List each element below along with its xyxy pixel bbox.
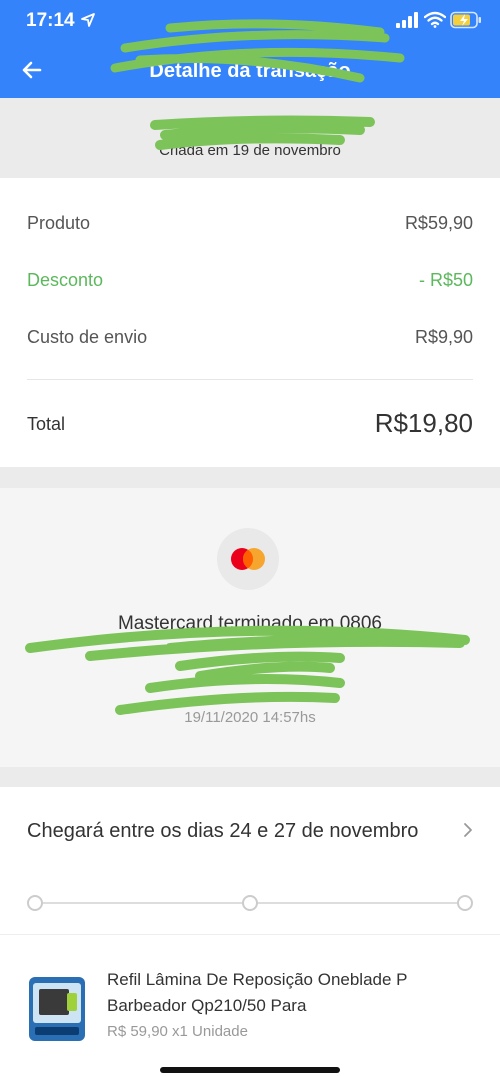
total-label: Total (27, 414, 66, 434)
card-name: Mastercard terminado em 0806 (117, 613, 382, 634)
shipping-value: R$9,90 (414, 327, 473, 347)
location-arrow-icon (81, 13, 95, 27)
app-header: 17:14 Detalhe da transação (0, 0, 500, 98)
progress-step-2 (242, 895, 258, 911)
product-label: Produto (27, 213, 91, 233)
product-item[interactable]: Refil Lâmina De Reposição Oneblade P Bar… (0, 934, 500, 1076)
status-bar: 17:14 (0, 0, 500, 40)
signal-icon (396, 12, 418, 28)
discount-label: Desconto (27, 270, 104, 290)
created-date: Criada em 19 de novembro (159, 142, 341, 159)
chevron-right-icon[interactable] (461, 821, 475, 839)
battery-charging-icon (450, 11, 481, 29)
home-indicator (160, 1067, 340, 1073)
product-value: R$59,90 (404, 213, 473, 233)
shipping-label: Custo de envio (27, 327, 148, 347)
delivery-estimate: Chegará entre os dias 24 e 27 de novembr… (27, 820, 419, 842)
status-time: 17:14 (26, 10, 75, 31)
product-price-qty: R$ 59,90 x1 Unidade (107, 1023, 248, 1040)
transaction-summary: Criada em 19 de novembro (0, 98, 500, 178)
total-value: R$19,80 (374, 408, 473, 438)
price-breakdown: Produto R$59,90 Desconto - R$50 Custo de… (0, 178, 500, 467)
discount-value: - R$50 (418, 270, 473, 290)
payment-method-card: Mastercard terminado em 0806 19/11/2020 … (0, 488, 500, 767)
payment-date: 19/11/2020 14:57hs (184, 709, 316, 726)
card-logo-badge (217, 528, 279, 590)
progress-step-3 (457, 895, 473, 911)
product-title: Refil Lâmina De Reposição Oneblade P Bar… (107, 970, 408, 1015)
mastercard-icon (231, 548, 265, 570)
divider (27, 379, 473, 380)
wifi-icon (424, 11, 446, 28)
product-thumbnail (29, 977, 85, 1041)
progress-step-1 (27, 895, 43, 911)
page-title: Detalhe da transação (149, 60, 351, 82)
delivery-status[interactable]: Chegará entre os dias 24 e 27 de novembr… (0, 787, 500, 934)
